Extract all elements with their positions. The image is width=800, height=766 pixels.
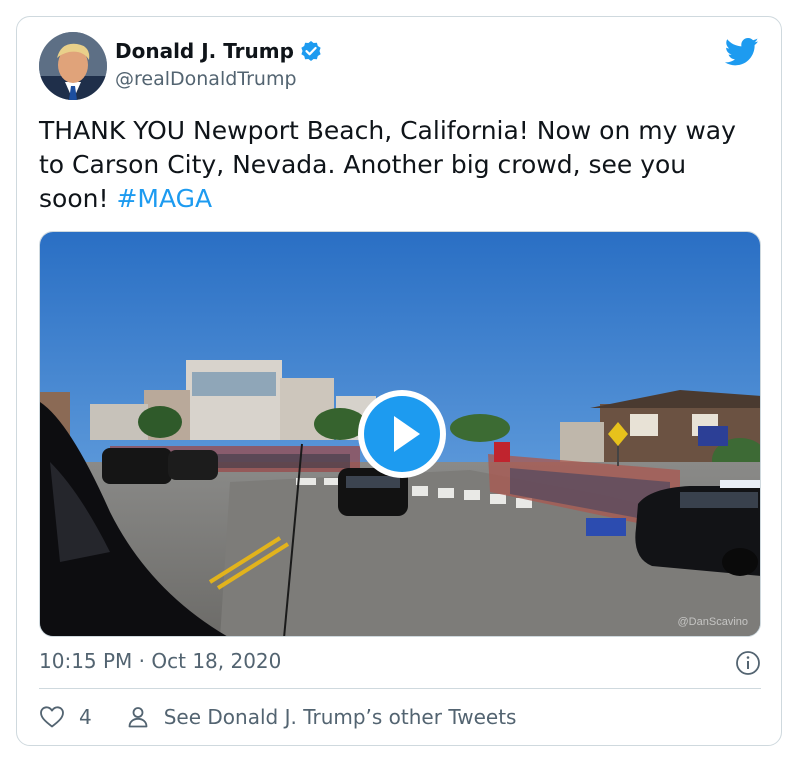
- hashtag-link[interactable]: #MAGA: [116, 184, 212, 213]
- avatar[interactable]: [39, 32, 107, 100]
- video-player[interactable]: @DanScavino: [39, 231, 761, 637]
- tweet-timestamp[interactable]: 10:15 PM · Oct 18, 2020: [39, 649, 281, 673]
- tweet-text: THANK YOU Newport Beach, California! Now…: [39, 114, 759, 216]
- person-icon[interactable]: [126, 705, 150, 729]
- divider: [39, 688, 761, 689]
- heart-icon[interactable]: [39, 705, 65, 729]
- like-count: 4: [79, 705, 92, 729]
- author-name[interactable]: Donald J. Trump: [115, 39, 294, 63]
- verified-badge-icon: [300, 40, 322, 62]
- info-icon[interactable]: [735, 650, 761, 676]
- author-handle[interactable]: @realDonaldTrump: [115, 68, 297, 90]
- video-watermark: @DanScavino: [677, 616, 748, 628]
- action-bar: 4 See Donald J. Trump’s other Tweets: [39, 705, 516, 729]
- other-tweets-link[interactable]: See Donald J. Trump’s other Tweets: [164, 705, 517, 729]
- tweet-card[interactable]: Donald J. Trump @realDonaldTrump THANK Y…: [16, 16, 782, 746]
- play-button[interactable]: [356, 388, 448, 480]
- twitter-bird-icon[interactable]: [724, 37, 759, 67]
